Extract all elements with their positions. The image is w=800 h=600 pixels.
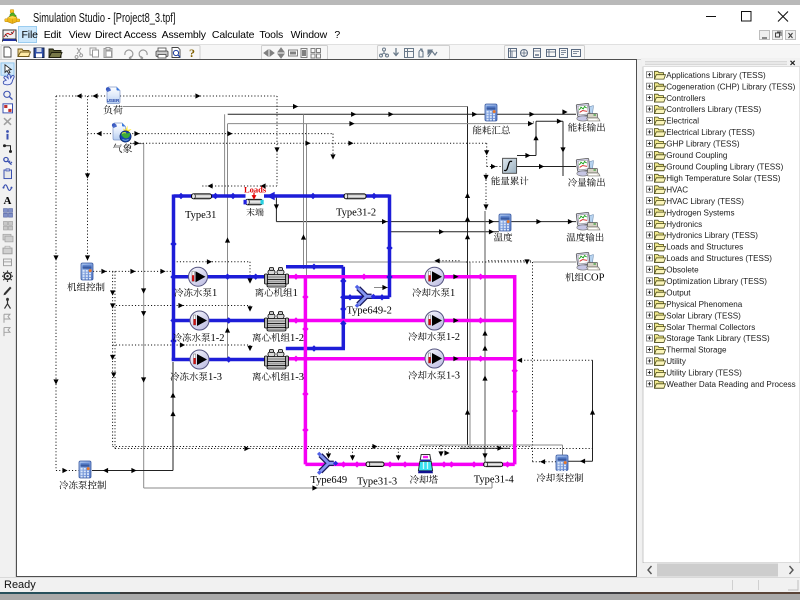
svg-text:Electrical Library (TESS): Electrical Library (TESS)	[666, 127, 755, 137]
svg-text:Solar Thermal Collectors: Solar Thermal Collectors	[666, 322, 755, 332]
svg-text:GHP Library (TESS): GHP Library (TESS)	[666, 139, 740, 149]
svg-text:1: 1	[450, 288, 455, 299]
svg-text:Output: Output	[666, 287, 691, 297]
svg-text:1-3: 1-3	[446, 371, 460, 382]
svg-text:1: 1	[293, 288, 298, 299]
svg-text:Type31: Type31	[185, 210, 216, 221]
svg-text:1: 1	[212, 288, 217, 299]
svg-text:Type31-3: Type31-3	[357, 477, 397, 488]
svg-text:A: A	[4, 195, 12, 207]
svg-text:High Temperature Solar (TESS): High Temperature Solar (TESS)	[666, 173, 780, 183]
svg-text:Controllers: Controllers	[666, 93, 705, 103]
svg-text:Loads and Structures: Loads and Structures	[666, 242, 743, 252]
svg-text:1-2: 1-2	[290, 333, 304, 344]
svg-text:Type649: Type649	[311, 475, 348, 486]
svg-text:Loads: Loads	[244, 185, 267, 195]
svg-text:1-3: 1-3	[290, 372, 304, 383]
svg-text:Weather Data Reading and Proce: Weather Data Reading and Process	[666, 379, 796, 389]
svg-text:Obsolete: Obsolete	[666, 265, 699, 275]
svg-text:1-2: 1-2	[446, 332, 460, 343]
svg-text:Hydronics Library (TESS): Hydronics Library (TESS)	[666, 230, 758, 240]
svg-text:Utility Library (TESS): Utility Library (TESS)	[666, 368, 742, 378]
svg-text:Electrical: Electrical	[666, 116, 699, 126]
svg-text:1-2: 1-2	[211, 333, 225, 344]
svg-text:Hydronics: Hydronics	[666, 219, 702, 229]
svg-text:Type649-2: Type649-2	[347, 306, 392, 317]
svg-text:Utility: Utility	[666, 356, 686, 366]
svg-text:Thermal Storage: Thermal Storage	[666, 345, 726, 355]
svg-text:USER: USER	[107, 98, 120, 103]
svg-text:Optimization Library (TESS): Optimization Library (TESS)	[666, 276, 767, 286]
svg-text:Solar Library (TESS): Solar Library (TESS)	[666, 310, 741, 320]
svg-text:Hydrogen Systems: Hydrogen Systems	[666, 207, 734, 217]
svg-text:COP: COP	[584, 273, 605, 284]
svg-text:Loads and Structures (TESS): Loads and Structures (TESS)	[666, 253, 772, 263]
svg-text:?: ?	[189, 46, 195, 60]
svg-text:Applications Library (TESS): Applications Library (TESS)	[666, 70, 766, 80]
svg-text:1-3: 1-3	[208, 372, 222, 383]
svg-text:Ground Coupling: Ground Coupling	[666, 150, 727, 160]
svg-text:HVAC Library (TESS): HVAC Library (TESS)	[666, 196, 744, 206]
svg-text:Physical Phenomena: Physical Phenomena	[666, 299, 742, 309]
svg-text:HVAC: HVAC	[666, 184, 688, 194]
svg-text:Cogeneration (CHP) Library (TE: Cogeneration (CHP) Library (TESS)	[666, 81, 795, 91]
svg-text:Type31-4: Type31-4	[474, 475, 515, 486]
svg-text:Ground Coupling Library (TESS): Ground Coupling Library (TESS)	[666, 162, 783, 172]
svg-text:Type31-2: Type31-2	[336, 208, 376, 219]
svg-text:Storage Tank Library (TESS): Storage Tank Library (TESS)	[666, 333, 770, 343]
svg-text:Controllers Library (TESS): Controllers Library (TESS)	[666, 104, 761, 114]
